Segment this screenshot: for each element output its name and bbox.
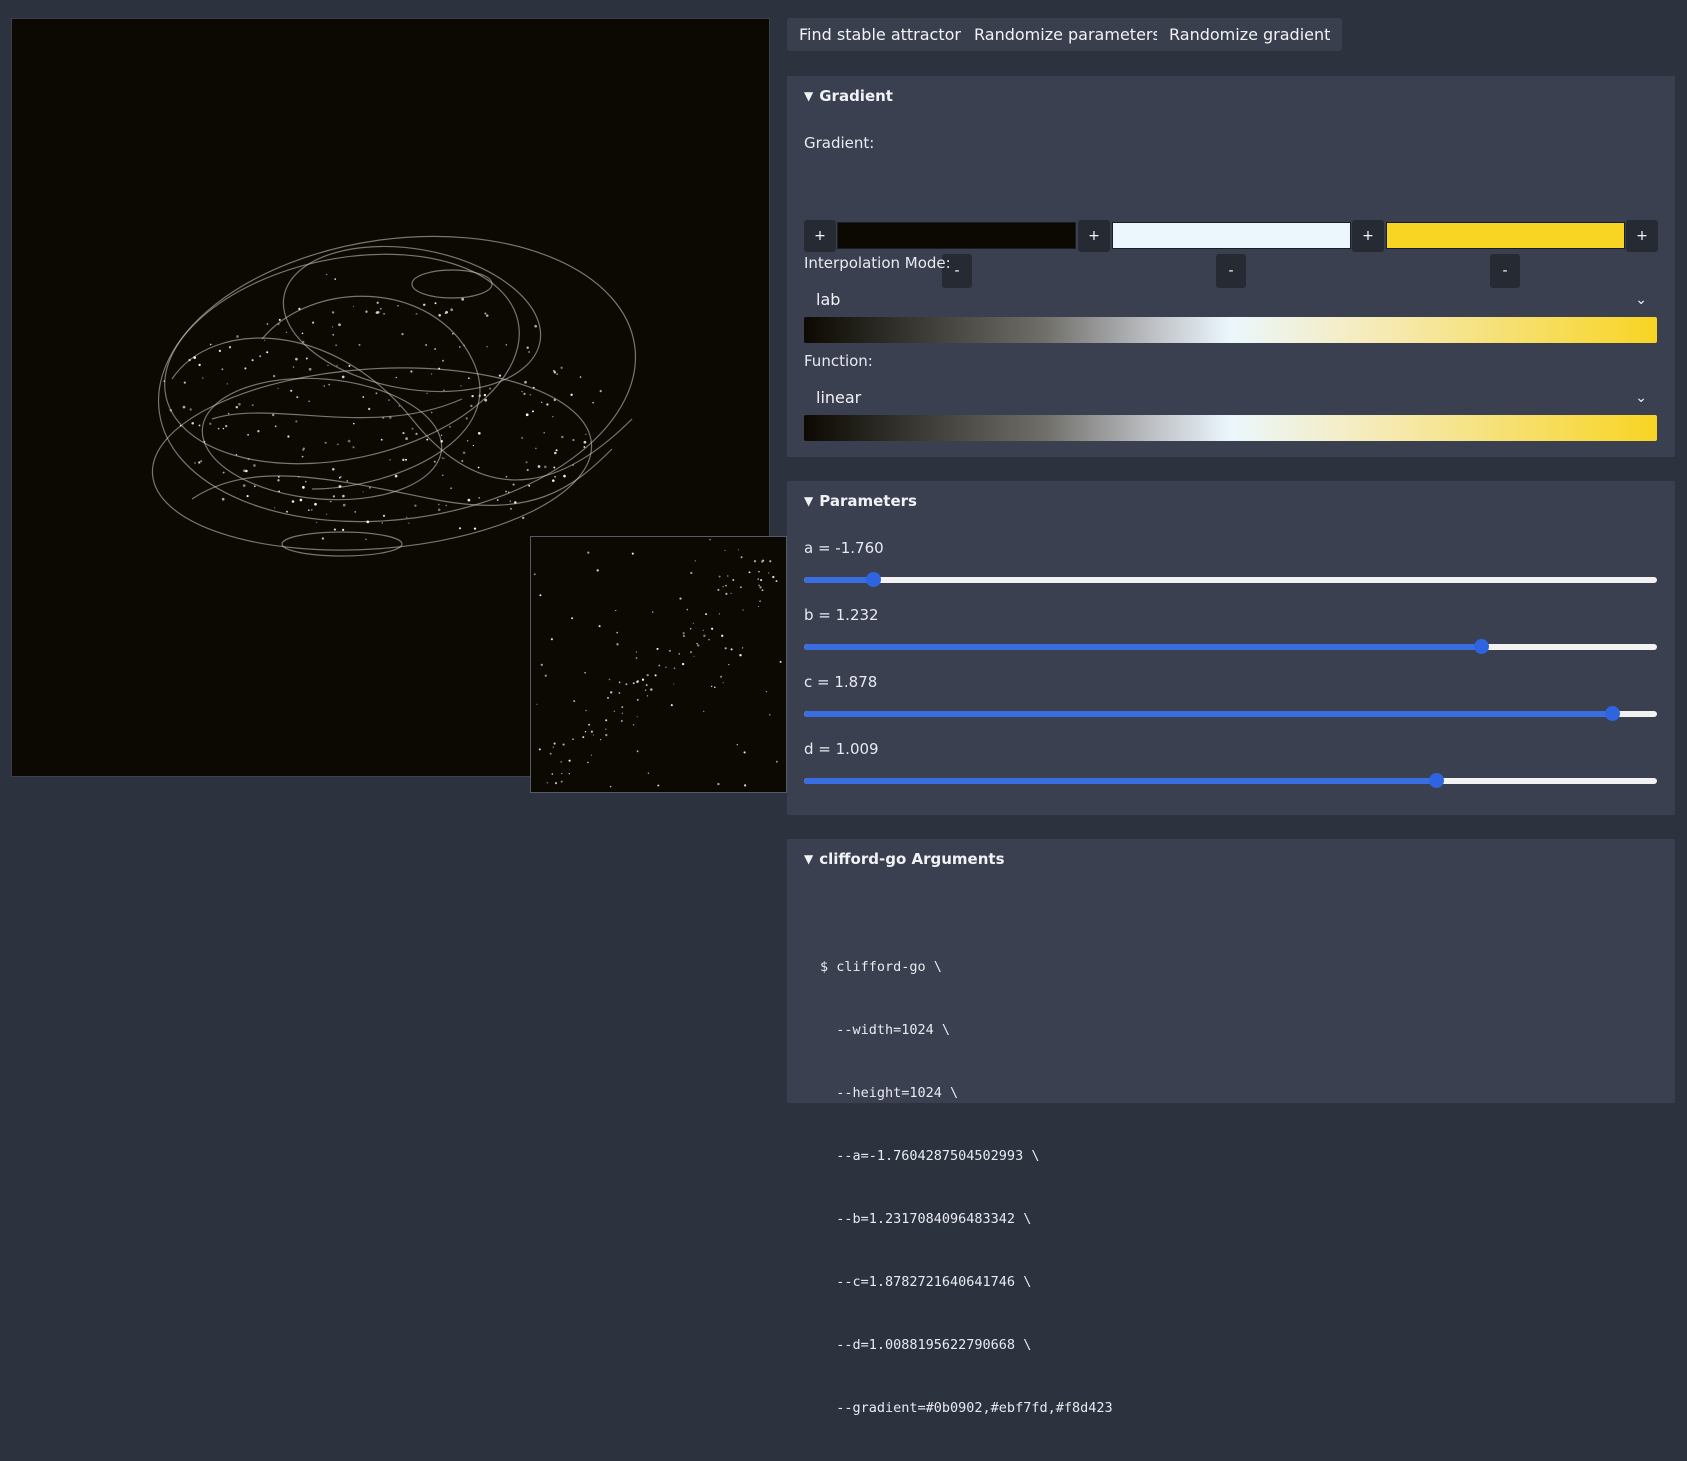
add-stop-button-2[interactable]: + — [1352, 220, 1384, 252]
randomize-gradient-button[interactable]: Randomize gradient — [1157, 18, 1343, 51]
cli-line: --gradient=#0b0902,#ebf7fd,#f8d423 — [820, 1400, 1113, 1416]
cli-line: --height=1024 \ — [820, 1085, 959, 1101]
gradient-panel: ▼ Gradient Gradient: + + + + - - - Inter… — [787, 76, 1675, 457]
param-d-slider[interactable] — [804, 773, 1657, 788]
param-d-slider-fill — [804, 778, 1437, 784]
interpolation-mode-select[interactable]: lab ⌄ — [804, 283, 1657, 317]
function-label: Function: — [804, 352, 873, 370]
arguments-panel-header[interactable]: ▼ clifford-go Arguments — [804, 850, 1005, 868]
arguments-panel: ▼ clifford-go Arguments $ clifford-go \ … — [787, 839, 1675, 1416]
param-d-label: d = 1.009 — [804, 740, 879, 758]
cli-line: --a=-1.7604287504502993 \ — [820, 1148, 1040, 1164]
function-preview-bar — [804, 415, 1657, 441]
parameters-panel: ▼ Parameters a = -1.760 b = 1.232 c = 1.… — [787, 481, 1675, 815]
arguments-panel-title: clifford-go Arguments — [819, 850, 1005, 868]
collapse-triangle-icon: ▼ — [804, 89, 814, 103]
cli-line: $ clifford-go \ — [820, 959, 942, 975]
gradient-stop-swatch-2[interactable] — [1386, 222, 1625, 249]
interpolation-mode-value: lab — [816, 290, 841, 309]
function-select[interactable]: linear ⌄ — [804, 381, 1657, 415]
cli-line: --c=1.8782721640641746 \ — [820, 1274, 1032, 1290]
interpolation-preview-bar — [804, 317, 1657, 343]
gradient-panel-title: Gradient — [819, 87, 893, 105]
randomize-parameters-button[interactable]: Randomize parameters — [962, 18, 1173, 51]
gradient-label: Gradient: — [804, 134, 875, 152]
param-b-slider-thumb[interactable] — [1474, 639, 1490, 654]
collapse-triangle-icon: ▼ — [804, 852, 814, 866]
param-a-label: a = -1.760 — [804, 539, 884, 557]
parameters-panel-header[interactable]: ▼ Parameters — [804, 492, 917, 510]
preview-render — [533, 539, 782, 788]
param-c-slider-fill — [804, 711, 1613, 717]
param-a-slider-fill — [804, 577, 874, 583]
cli-command-block[interactable]: $ clifford-go \ --width=1024 \ --height=… — [820, 915, 1113, 1461]
chevron-down-icon: ⌄ — [1635, 292, 1647, 308]
param-c-slider[interactable] — [804, 706, 1657, 721]
param-a-slider[interactable] — [804, 572, 1657, 587]
param-d-slider-thumb[interactable] — [1428, 773, 1444, 788]
param-c-slider-thumb[interactable] — [1604, 706, 1620, 721]
param-c-label: c = 1.878 — [804, 673, 878, 691]
chevron-down-icon: ⌄ — [1635, 390, 1647, 406]
collapse-triangle-icon: ▼ — [804, 494, 814, 508]
find-stable-attractor-button[interactable]: Find stable attractor — [787, 18, 973, 51]
gradient-panel-header[interactable]: ▼ Gradient — [804, 87, 893, 105]
cli-line: --d=1.0088195622790668 \ — [820, 1337, 1032, 1353]
add-stop-button-1[interactable]: + — [1078, 220, 1110, 252]
parameters-panel-title: Parameters — [819, 492, 917, 510]
interpolation-mode-label: Interpolation Mode: — [804, 254, 951, 272]
preview-inset — [530, 536, 787, 793]
gradient-stop-swatch-0[interactable] — [837, 222, 1076, 249]
function-value: linear — [816, 388, 862, 407]
cli-line: --width=1024 \ — [820, 1022, 951, 1038]
add-stop-button-0[interactable]: + — [804, 220, 836, 252]
param-a-slider-thumb[interactable] — [865, 572, 881, 587]
param-b-slider[interactable] — [804, 639, 1657, 654]
param-b-label: b = 1.232 — [804, 606, 879, 624]
add-stop-button-3[interactable]: + — [1626, 220, 1658, 252]
cli-line: --b=1.2317084096483342 \ — [820, 1211, 1032, 1227]
param-b-slider-fill — [804, 644, 1483, 650]
gradient-stop-swatch-1[interactable] — [1112, 222, 1351, 249]
